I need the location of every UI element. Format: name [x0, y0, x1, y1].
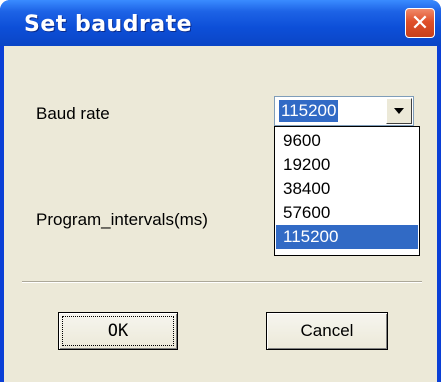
baud-option-57600[interactable]: 57600: [276, 201, 418, 225]
baud-option-19200[interactable]: 19200: [276, 153, 418, 177]
cancel-button-label: Cancel: [300, 321, 354, 340]
baud-rate-dropdown-list: 9600 19200 38400 57600 115200: [274, 126, 420, 256]
baud-rate-value: 115200: [279, 100, 339, 122]
dropdown-button[interactable]: [386, 98, 412, 124]
dialog-body: Baud rate Program_intervals(ms) 115200 9…: [4, 46, 437, 382]
cancel-button[interactable]: Cancel: [266, 312, 388, 350]
chevron-down-icon: [394, 108, 404, 114]
close-button[interactable]: ✕: [405, 8, 435, 38]
baud-option-115200[interactable]: 115200: [276, 225, 418, 249]
title-bar[interactable]: Set baudrate ✕: [0, 0, 441, 46]
baud-option-9600[interactable]: 9600: [276, 129, 418, 153]
dialog-window: Set baudrate ✕ Baud rate Program_interva…: [0, 0, 441, 382]
baud-option-38400[interactable]: 38400: [276, 177, 418, 201]
dialog-title: Set baudrate: [24, 12, 193, 37]
baud-rate-select[interactable]: 115200: [274, 96, 414, 126]
close-icon: ✕: [410, 10, 430, 36]
program-intervals-label: Program_intervals(ms): [36, 210, 208, 229]
ok-button[interactable]: OK: [58, 312, 178, 350]
focus-rectangle: [62, 316, 174, 346]
separator: [22, 281, 422, 283]
baud-rate-label: Baud rate: [36, 104, 110, 123]
